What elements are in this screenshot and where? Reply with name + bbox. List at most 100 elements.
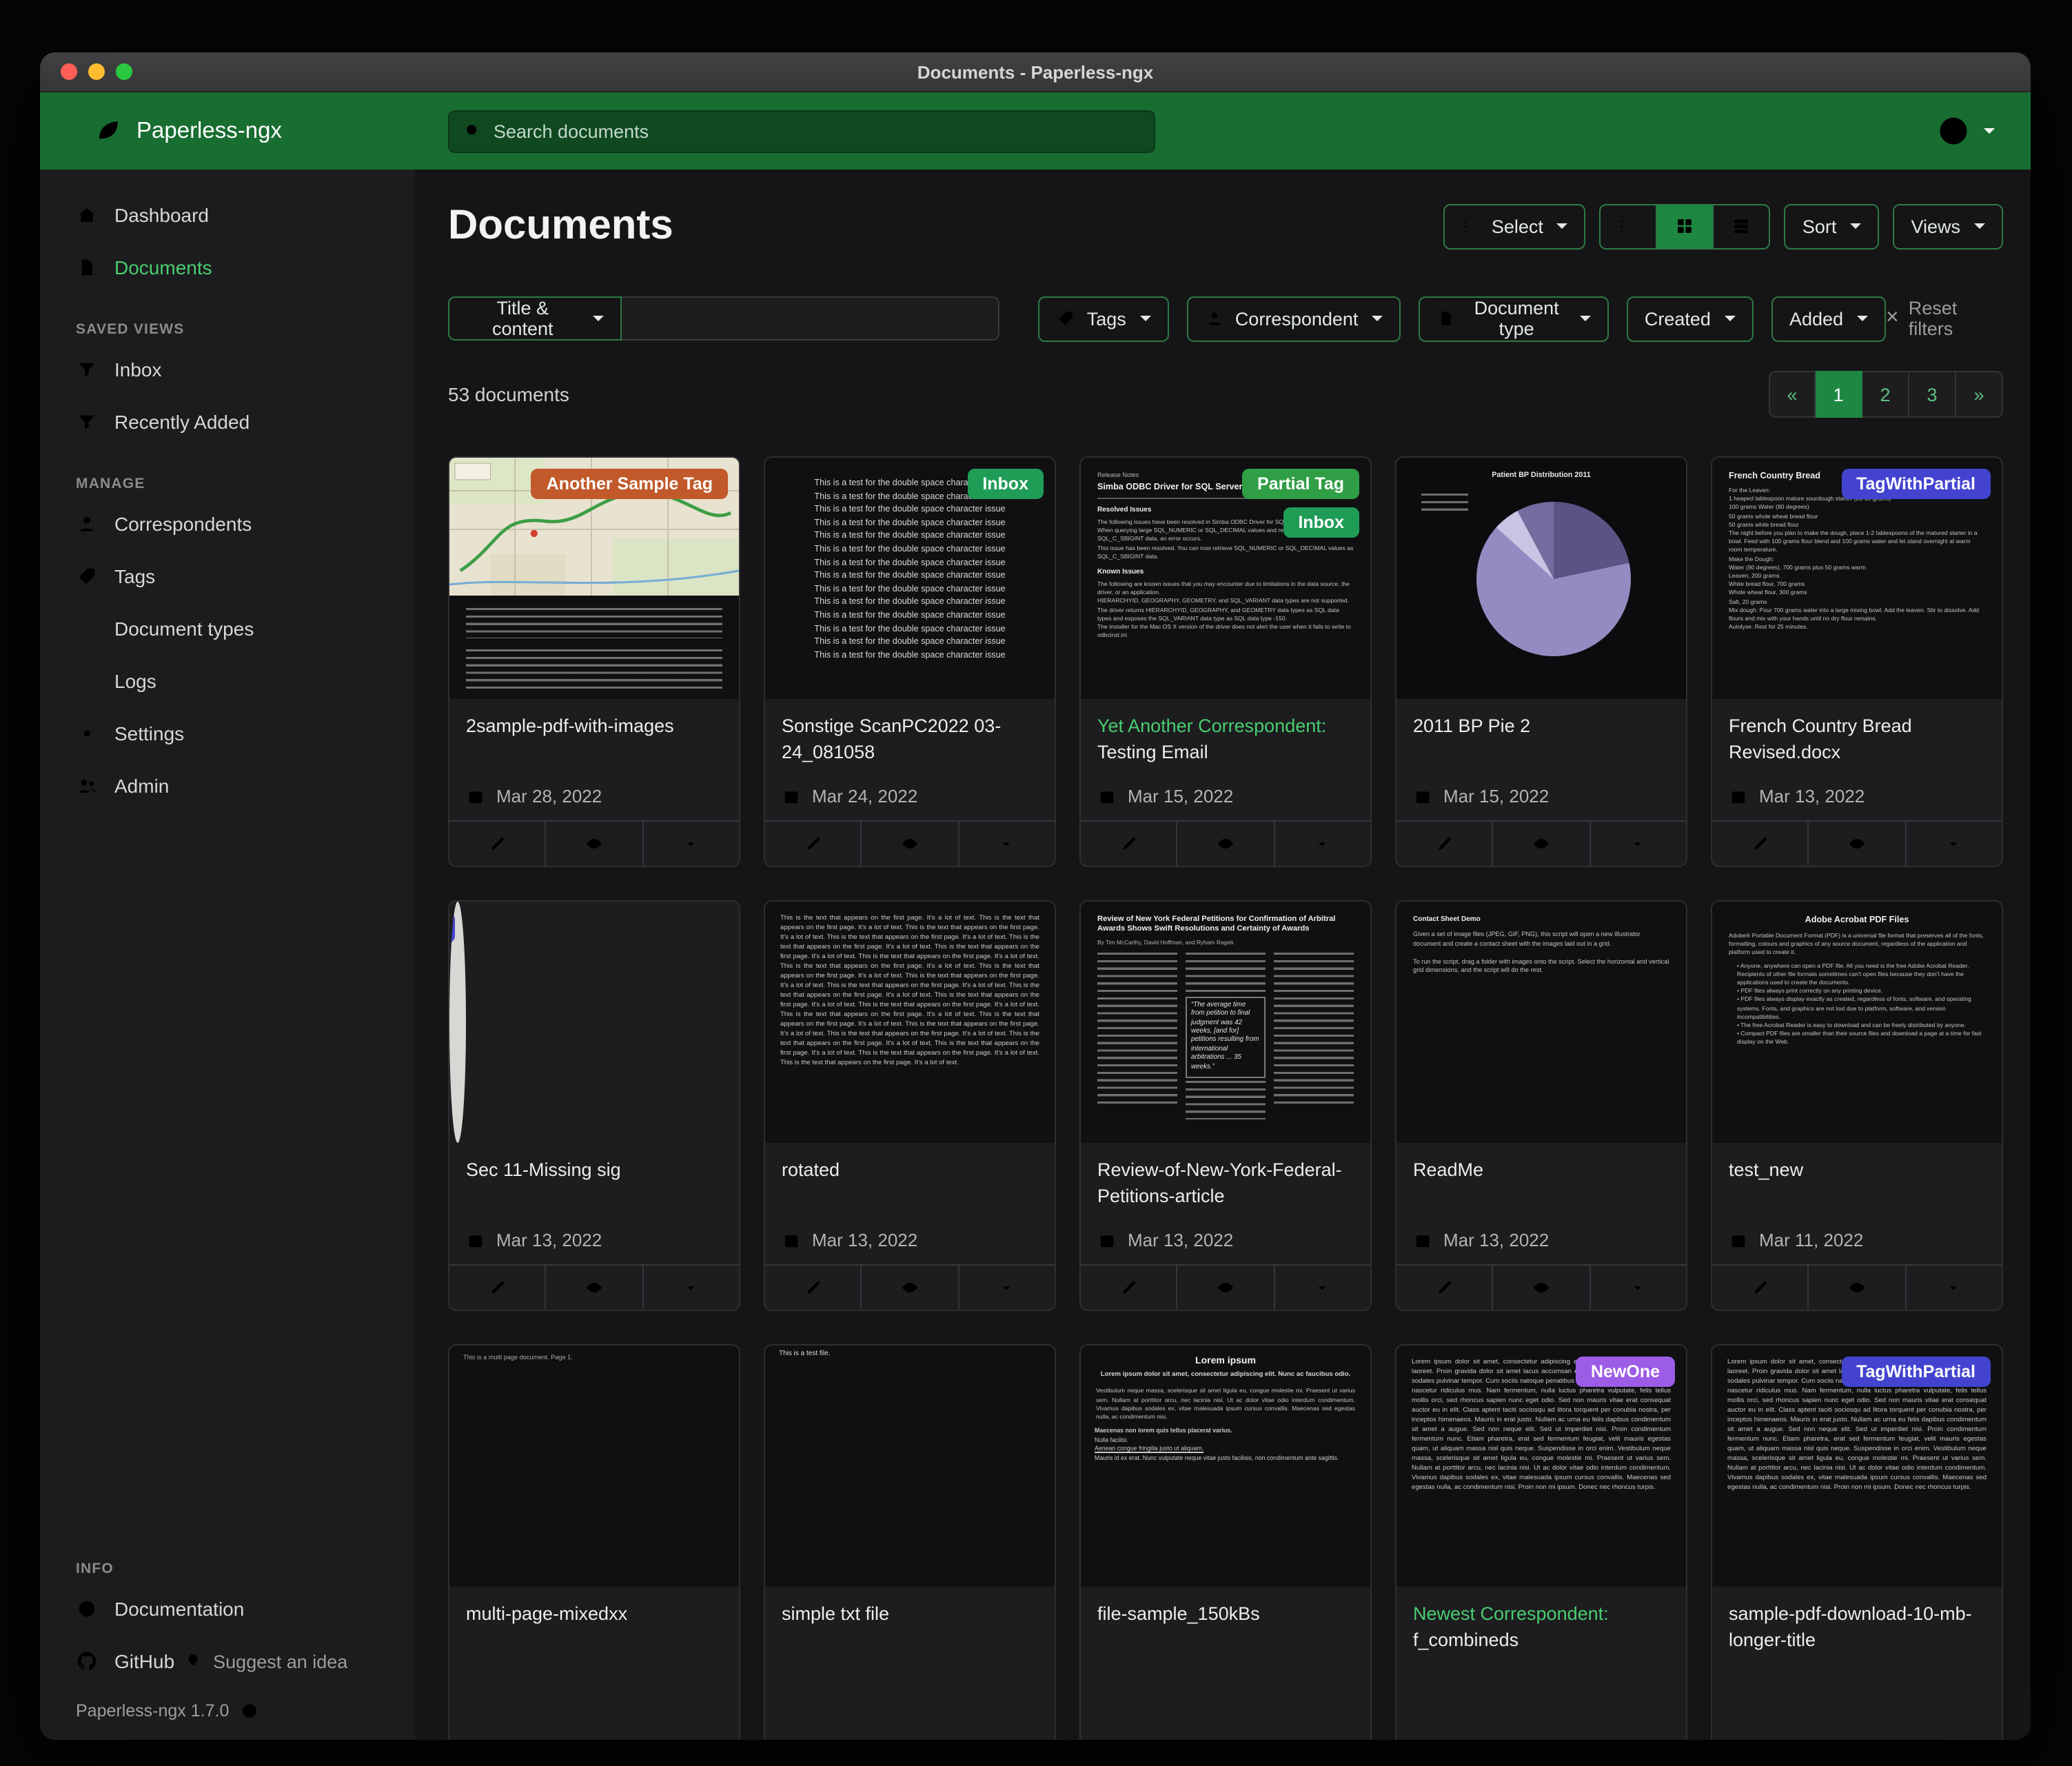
tags-filter-button[interactable]: Tags [1039, 296, 1169, 341]
sidebar-item-inbox[interactable]: Inbox [40, 343, 415, 396]
info-circle-icon[interactable] [240, 1701, 259, 1721]
minimize-window-button[interactable] [88, 63, 105, 80]
download-button[interactable] [1274, 1266, 1370, 1310]
view-list-button[interactable] [1600, 203, 1658, 249]
edit-button[interactable] [1712, 822, 1809, 866]
document-thumbnail[interactable]: This is the text that appears on the fir… [765, 902, 1055, 1143]
view-button[interactable] [862, 1266, 959, 1310]
sidebar-item-settings[interactable]: Settings [40, 707, 415, 760]
document-thumbnail[interactable]: Patient BP Distribution 2011 [1396, 458, 1686, 699]
document-thumbnail[interactable]: Another Sample Tag [449, 458, 739, 699]
document-thumbnail[interactable]: Review of New York Federal Petitions for… [1081, 902, 1370, 1143]
view-button[interactable] [547, 1266, 644, 1310]
download-button[interactable] [959, 822, 1055, 866]
correspondent-link[interactable]: Yet Another Correspondent: [1097, 715, 1326, 736]
view-grid-button[interactable] [1658, 203, 1714, 249]
document-thumbnail[interactable]: Lorem ipsum dolor sit amet, consectetur … [1396, 1346, 1686, 1587]
document-title[interactable]: 2sample-pdf-with-images [449, 699, 739, 740]
document-title[interactable]: file-sample_150kBs [1081, 1587, 1370, 1628]
view-button[interactable] [862, 822, 959, 866]
download-button[interactable] [1906, 1266, 2002, 1310]
document-title[interactable]: Sec 11-Missing sig [449, 1143, 739, 1184]
search-input[interactable] [494, 121, 1140, 141]
edit-button[interactable] [1081, 1266, 1178, 1310]
document-title[interactable]: rotated [765, 1143, 1055, 1184]
view-button[interactable] [1178, 1266, 1275, 1310]
document-title[interactable]: ReadMe [1396, 1143, 1686, 1184]
zoom-window-button[interactable] [116, 63, 132, 80]
tag-chip[interactable]: TagWithPartial [1841, 469, 1991, 499]
download-button[interactable] [959, 1266, 1055, 1310]
document-title[interactable]: Yet Another Correspondent: Testing Email [1081, 699, 1370, 767]
views-button[interactable]: Views [1893, 203, 2003, 249]
document-title[interactable]: Sonstige ScanPC2022 03-24_081058 [765, 699, 1055, 767]
view-button[interactable] [1809, 1266, 1907, 1310]
sidebar-item-documents[interactable]: Documents [40, 241, 415, 294]
title-content-dropdown[interactable]: Title & content [448, 296, 622, 341]
edit-button[interactable] [449, 1266, 547, 1310]
tag-chip[interactable]: Inbox [1283, 507, 1359, 538]
tag-chip[interactable]: NewOne [1576, 1357, 1675, 1387]
document-thumbnail[interactable]: This is a test file. [765, 1346, 1055, 1587]
edit-button[interactable] [765, 822, 862, 866]
view-button[interactable] [1809, 822, 1907, 866]
filter-text-input[interactable] [622, 296, 1000, 341]
view-button[interactable] [547, 822, 644, 866]
document-title[interactable]: multi-page-mixedxx [449, 1587, 739, 1628]
global-search[interactable] [448, 110, 1155, 152]
sort-button[interactable]: Sort [1785, 203, 1880, 249]
sidebar-item-documentation[interactable]: Documentation [40, 1583, 415, 1635]
tag-chip[interactable]: Partial Tag [1242, 469, 1359, 499]
download-button[interactable] [1906, 822, 2002, 866]
sidebar-item-github[interactable]: GitHub [40, 1635, 183, 1687]
download-button[interactable] [643, 1266, 739, 1310]
document-title[interactable]: Newest Correspondent: f_combineds [1396, 1587, 1686, 1654]
document-type-filter-button[interactable]: Document type [1419, 296, 1608, 341]
edit-button[interactable] [449, 822, 547, 866]
document-thumbnail[interactable]: 11. CONTINUING MEDICAL EDUCA TagWithPart… [449, 902, 466, 1143]
app-brand[interactable]: Paperless-ngx [40, 116, 415, 146]
page-button-3[interactable]: 3 [1909, 371, 1956, 418]
select-button[interactable]: Select [1443, 203, 1586, 249]
tag-chip[interactable]: Another Sample Tag [531, 469, 728, 499]
document-title[interactable]: Review-of-New-York-Federal-Petitions-art… [1081, 1143, 1370, 1210]
reset-filters-button[interactable]: × Reset filters [1886, 298, 2003, 339]
user-menu-button[interactable] [1936, 113, 1995, 149]
edit-button[interactable] [1396, 822, 1494, 866]
close-window-button[interactable] [61, 63, 77, 80]
edit-button[interactable] [1081, 822, 1178, 866]
added-filter-button[interactable]: Added [1771, 296, 1886, 341]
document-thumbnail[interactable]: This is a test for the double space char… [765, 458, 1055, 699]
sidebar-item-tags[interactable]: Tags [40, 550, 415, 602]
edit-button[interactable] [765, 1266, 862, 1310]
document-title[interactable]: French Country Bread Revised.docx [1712, 699, 2002, 767]
document-thumbnail[interactable]: Release Notes Simba ODBC Driver for SQL … [1081, 458, 1370, 699]
document-thumbnail[interactable]: French Country Bread For the Leaven: 1 h… [1712, 458, 2002, 699]
download-button[interactable] [1590, 822, 1686, 866]
tag-chip[interactable]: TagWithPartial [1841, 1357, 1991, 1387]
sidebar-item-dashboard[interactable]: Dashboard [40, 189, 415, 241]
created-filter-button[interactable]: Created [1627, 296, 1754, 341]
previous-page-button[interactable]: « [1769, 371, 1816, 418]
document-thumbnail[interactable]: Lorem ipsum Lorem ipsum dolor sit amet, … [1081, 1346, 1370, 1587]
download-button[interactable] [1274, 822, 1370, 866]
sidebar-item-recently-added[interactable]: Recently Added [40, 396, 415, 448]
page-button-2[interactable]: 2 [1862, 371, 1909, 418]
sidebar-item-document-types[interactable]: Document types [40, 602, 415, 655]
document-thumbnail[interactable]: Adobe Acrobat PDF Files Adobe® Portable … [1712, 902, 2002, 1143]
edit-button[interactable] [1712, 1266, 1809, 1310]
view-button[interactable] [1178, 822, 1275, 866]
suggest-an-idea-link[interactable]: Suggest an idea [183, 1651, 347, 1672]
download-button[interactable] [1590, 1266, 1686, 1310]
document-title[interactable]: 2011 BP Pie 2 [1396, 699, 1686, 740]
document-title[interactable]: sample-pdf-download-10-mb-longer-title [1712, 1587, 2002, 1654]
tag-chip[interactable]: TagWithPartial [449, 913, 455, 943]
next-page-button[interactable]: » [1956, 371, 2003, 418]
document-title[interactable]: test_new [1712, 1143, 2002, 1184]
document-thumbnail[interactable]: Contact Sheet Demo Given a set of image … [1396, 902, 1686, 1143]
document-thumbnail[interactable]: Lorem ipsum dolor sit amet, consectetur … [1712, 1346, 2002, 1587]
document-thumbnail[interactable]: This is a multi page document. Page 1. [449, 1346, 739, 1587]
correspondent-filter-button[interactable]: Correspondent [1187, 296, 1401, 341]
sidebar-item-logs[interactable]: Logs [40, 655, 415, 707]
page-button-1[interactable]: 1 [1816, 371, 1862, 418]
